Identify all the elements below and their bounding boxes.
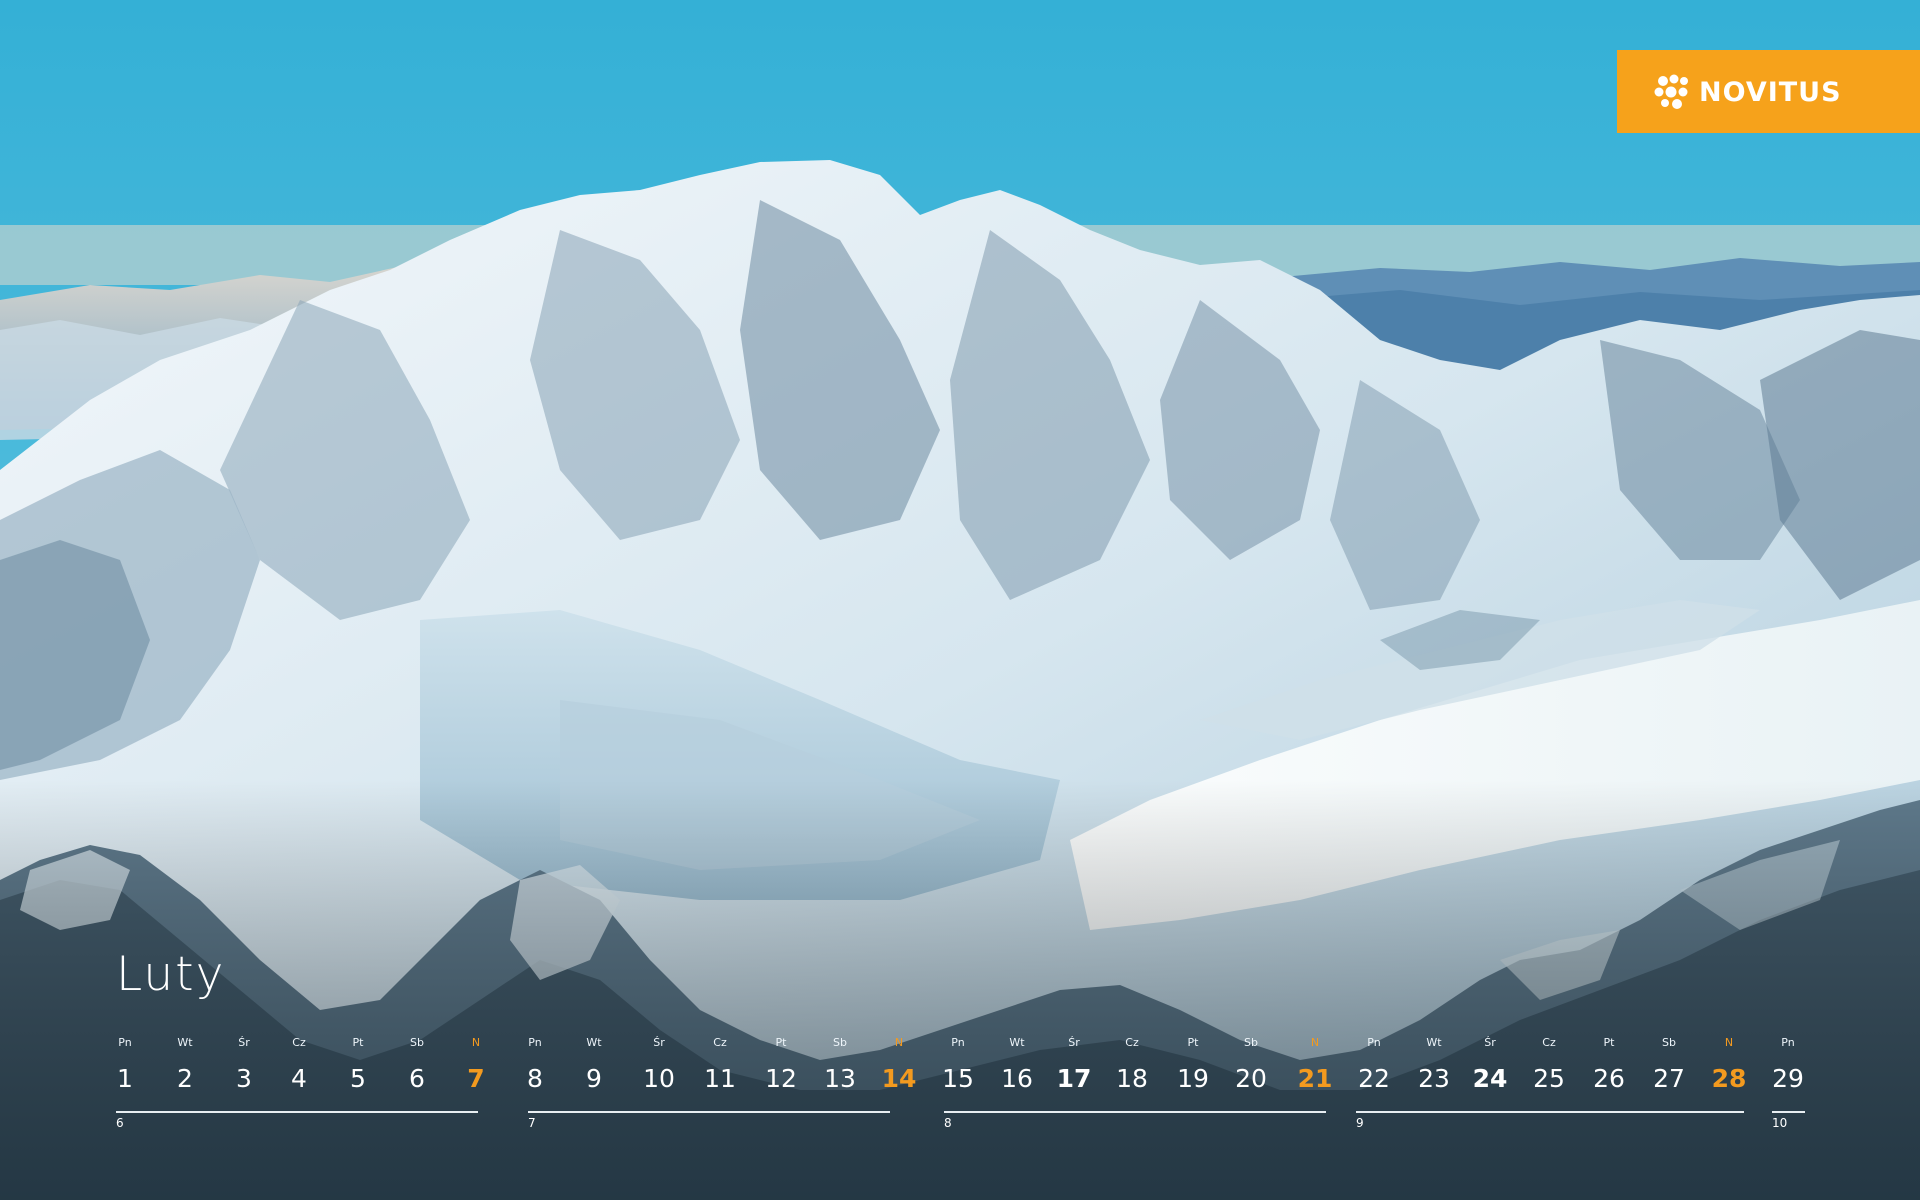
day-number: 5 (350, 1064, 366, 1093)
weekday-label: Pt (352, 1036, 364, 1049)
weekday-label: N (1310, 1036, 1320, 1049)
day-number: 16 (1001, 1064, 1033, 1093)
day-number: 24 (1472, 1064, 1508, 1093)
day-number: 4 (291, 1064, 307, 1093)
day-number: 2 (177, 1064, 193, 1093)
day-number: 20 (1235, 1064, 1267, 1093)
day-number: 8 (527, 1064, 543, 1093)
day-number: 10 (643, 1064, 675, 1093)
weekday-label: Sb (833, 1036, 847, 1049)
weekday-label: Pn (528, 1036, 542, 1049)
weekday-label: Pt (775, 1036, 787, 1049)
day-number-sunday: 28 (1711, 1064, 1747, 1093)
day-number: 1 (117, 1064, 133, 1093)
weekday-label: Wt (177, 1036, 193, 1049)
day-number-sunday: 21 (1297, 1064, 1333, 1093)
weekday-label: Wt (1009, 1036, 1025, 1049)
day-number-sunday: 7 (467, 1064, 485, 1093)
day-number: 9 (586, 1064, 602, 1093)
weekday-label: Pn (118, 1036, 132, 1049)
weekday-label: Pt (1603, 1036, 1615, 1049)
weekday-label: Cz (1542, 1036, 1556, 1049)
weekday-label: Pt (1187, 1036, 1199, 1049)
weekday-label: Śr (1484, 1036, 1496, 1049)
weekday-label: Śr (1068, 1036, 1080, 1049)
weekday-label: N (1724, 1036, 1734, 1049)
novitus-logo-mark: NOVITUS (1654, 74, 1842, 109)
weekday-label: Sb (1244, 1036, 1258, 1049)
mountain-landscape-photo (0, 0, 1920, 1200)
day-number: 23 (1418, 1064, 1450, 1093)
weekday-label: Śr (238, 1036, 250, 1049)
day-number: 17 (1056, 1064, 1092, 1093)
week-number: 7 (528, 1116, 536, 1130)
weekday-label: Śr (653, 1036, 665, 1049)
week-number: 6 (116, 1116, 124, 1130)
weekday-label: Wt (1426, 1036, 1442, 1049)
week-number: 9 (1356, 1116, 1364, 1130)
week-divider-line (528, 1111, 890, 1113)
weekday-label: N (471, 1036, 481, 1049)
day-number: 6 (409, 1064, 425, 1093)
weekday-label: N (894, 1036, 904, 1049)
month-title: Luty (116, 947, 226, 1002)
weekday-label: Sb (1662, 1036, 1676, 1049)
week-number: 8 (944, 1116, 952, 1130)
day-number: 13 (824, 1064, 856, 1093)
weekday-label: Cz (292, 1036, 306, 1049)
day-number: 29 (1772, 1064, 1804, 1093)
weekday-label: Cz (1125, 1036, 1139, 1049)
day-number: 11 (704, 1064, 736, 1093)
day-number: 27 (1653, 1064, 1685, 1093)
day-number: 3 (236, 1064, 252, 1093)
weekday-label: Pn (1367, 1036, 1381, 1049)
day-number: 26 (1593, 1064, 1625, 1093)
day-number: 15 (942, 1064, 974, 1093)
brand-name: NOVITUS (1699, 77, 1842, 108)
week-divider-line (116, 1111, 478, 1113)
day-number: 25 (1533, 1064, 1565, 1093)
day-number-sunday: 14 (881, 1064, 917, 1093)
week-divider-line (1772, 1111, 1805, 1113)
week-divider-line (944, 1111, 1326, 1113)
week-number: 10 (1772, 1116, 1788, 1130)
novitus-logo: NOVITUS (1617, 50, 1920, 133)
week-divider-line (1356, 1111, 1744, 1113)
day-number: 22 (1358, 1064, 1390, 1093)
day-number: 18 (1116, 1064, 1148, 1093)
weekday-label: Pn (1781, 1036, 1795, 1049)
day-number: 12 (765, 1064, 797, 1093)
weekday-label: Sb (410, 1036, 424, 1049)
day-number: 19 (1177, 1064, 1209, 1093)
weekday-label: Wt (586, 1036, 602, 1049)
weekday-label: Pn (951, 1036, 965, 1049)
weekday-label: Cz (713, 1036, 727, 1049)
